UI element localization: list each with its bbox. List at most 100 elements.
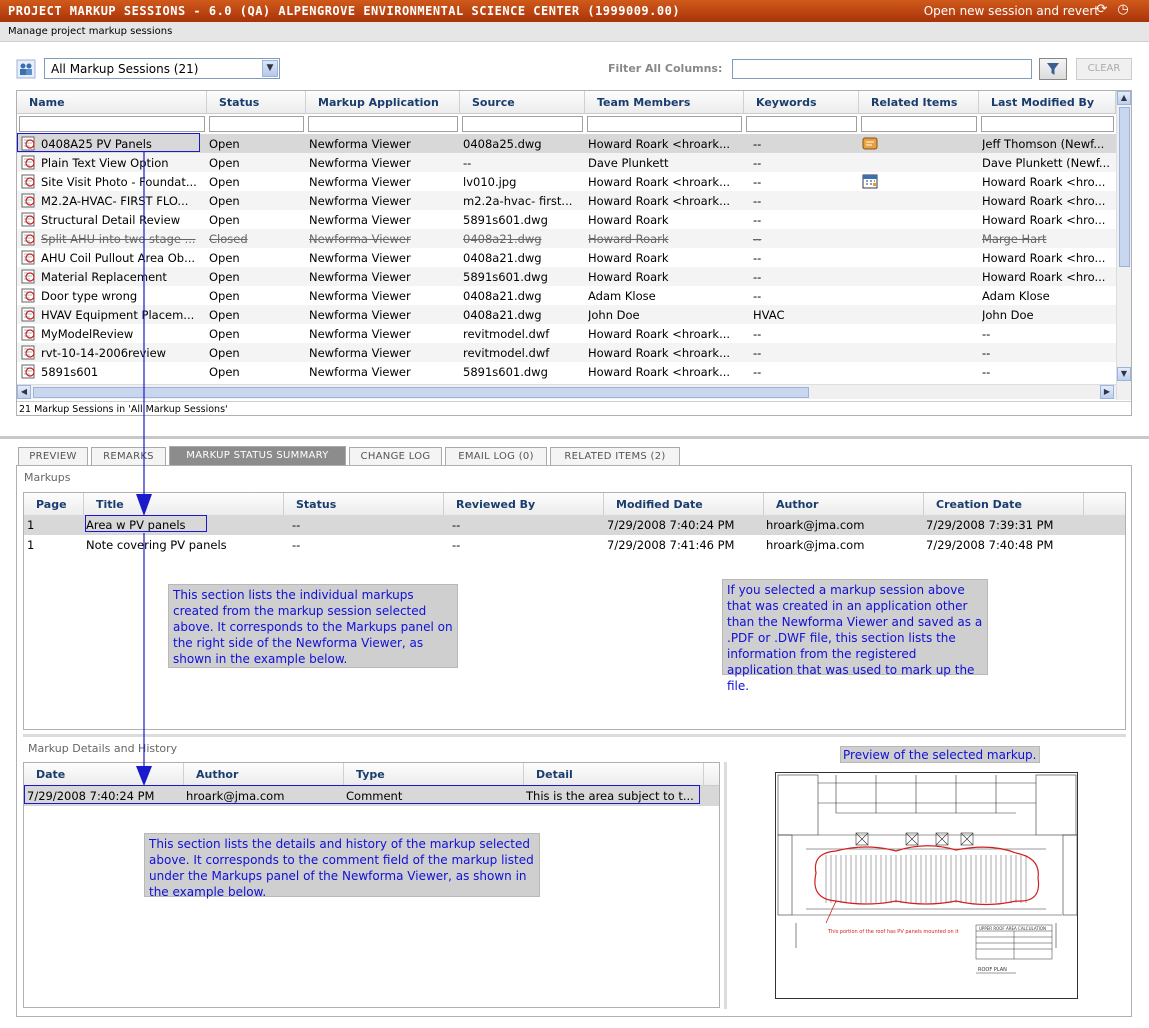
- scroll-thumb[interactable]: [1119, 107, 1130, 267]
- col-name[interactable]: Name: [17, 91, 207, 114]
- cell-modified: 7/29/2008 7:40:24 PM: [607, 518, 735, 532]
- cell-keywords: --: [753, 289, 762, 303]
- session-row[interactable]: M2.2A-HVAC- FIRST FLO... Open Newforma Vie…: [17, 191, 1116, 210]
- cell-name: AHU Coil Pullout Area Ob...: [41, 251, 196, 265]
- preview-splitter[interactable]: [724, 762, 727, 1009]
- col-title[interactable]: Title: [84, 493, 284, 516]
- filter-button[interactable]: [1039, 58, 1067, 80]
- col-last-modified-by[interactable]: Last Modified By: [979, 91, 1116, 114]
- clear-button[interactable]: CLEAR: [1076, 58, 1132, 80]
- pane-splitter[interactable]: [0, 436, 1149, 439]
- col-page[interactable]: Page: [24, 493, 84, 516]
- filter-source-input[interactable]: [462, 116, 583, 132]
- calendar-icon[interactable]: [862, 173, 878, 189]
- col-markup-application[interactable]: Markup Application: [306, 91, 460, 114]
- note-icon[interactable]: [862, 135, 878, 151]
- tab-email-log[interactable]: EMAIL LOG (0): [445, 447, 547, 466]
- filter-application-input[interactable]: [308, 116, 458, 132]
- cell-team: Howard Roark <hroark...: [588, 194, 731, 208]
- filter-related-input[interactable]: [861, 116, 977, 132]
- cell-name: Material Replacement: [41, 270, 167, 284]
- scroll-right-icon[interactable]: ▶: [1100, 385, 1114, 399]
- filter-team-input[interactable]: [587, 116, 742, 132]
- markup-row[interactable]: 1 Note covering PV panels -- -- 7/29/2008 7:…: [24, 535, 1125, 555]
- cell-team: Howard Roark: [588, 270, 669, 284]
- filter-input[interactable]: [732, 59, 1032, 79]
- session-row[interactable]: HVAV Equipment Placem... Open Newforma Vie…: [17, 305, 1116, 324]
- session-row[interactable]: Site Visit Photo - Foundat... Open Newform…: [17, 172, 1116, 191]
- col-type[interactable]: Type: [344, 763, 524, 786]
- cell-name: 5891s601: [41, 365, 99, 379]
- team-icon[interactable]: [16, 59, 36, 79]
- section-splitter[interactable]: [23, 734, 1126, 737]
- session-row[interactable]: Structural Detail Review Open Newforma Vie…: [17, 210, 1116, 229]
- col-detail[interactable]: Detail: [524, 763, 704, 786]
- col-modified-date[interactable]: Modified Date: [604, 493, 764, 516]
- calc-table-title: UPPER ROOF AREA CALCULATION: [979, 926, 1046, 931]
- filter-status-input[interactable]: [209, 116, 304, 132]
- tab-remarks[interactable]: REMARKS: [91, 447, 166, 466]
- filter-modified-input[interactable]: [981, 116, 1114, 132]
- filter-name-input[interactable]: [19, 116, 205, 132]
- cell-name: M2.2A-HVAC- FIRST FLO...: [41, 194, 189, 208]
- cell-status: Open: [209, 365, 240, 379]
- cell-app: Newforma Viewer: [309, 194, 411, 208]
- session-row[interactable]: MyModelReview Open Newforma Viewer revitmod…: [17, 324, 1116, 343]
- col-markup-status[interactable]: Status: [284, 493, 444, 516]
- cell-keywords: --: [753, 270, 762, 284]
- col-team-members[interactable]: Team Members: [585, 91, 744, 114]
- chevron-down-icon[interactable]: ▼: [262, 60, 278, 77]
- horizontal-scrollbar[interactable]: ◀ ▶: [17, 384, 1116, 399]
- open-new-session-link[interactable]: Open new session and revert: [924, 4, 1099, 18]
- col-detail-author[interactable]: Author: [184, 763, 344, 786]
- markup-session-icon: [21, 155, 35, 170]
- session-row[interactable]: Plain Text View Option Open Newforma Viewe…: [17, 153, 1116, 172]
- refresh-icon[interactable]: ⟳: [1095, 3, 1109, 17]
- session-row[interactable]: Door type wrong Open Newforma Viewer 0408a2…: [17, 286, 1116, 305]
- cell-name: Site Visit Photo - Foundat...: [41, 175, 197, 189]
- view-select[interactable]: All Markup Sessions (21) ▼: [44, 58, 280, 79]
- session-row[interactable]: Material Replacement Open Newforma Viewer 5…: [17, 267, 1116, 286]
- scroll-left-icon[interactable]: ◀: [17, 385, 31, 399]
- session-row[interactable]: Split AHU into two stage ... Closed Newfor…: [17, 229, 1116, 248]
- session-row[interactable]: 5891s601 Open Newforma Viewer 5891s601.dwg H…: [17, 362, 1116, 381]
- scroll-up-icon[interactable]: ▲: [1117, 91, 1131, 105]
- col-author[interactable]: Author: [764, 493, 924, 516]
- cell-team: Howard Roark: [588, 213, 669, 227]
- selected-session-outline: [17, 133, 200, 152]
- cell-status: Open: [209, 251, 240, 265]
- cell-team: Howard Roark: [588, 232, 669, 246]
- cell-source: 0408a21.dwg: [463, 251, 542, 265]
- cell-status: Open: [209, 137, 240, 151]
- cell-status: --: [292, 518, 301, 532]
- cell-status: Open: [209, 156, 240, 170]
- window-title: PROJECT MARKUP SESSIONS - 6.0 (QA) ALPEN…: [8, 4, 681, 18]
- scroll-down-icon[interactable]: ▼: [1117, 367, 1131, 381]
- tab-change-log[interactable]: CHANGE LOG: [349, 447, 442, 466]
- session-row[interactable]: AHU Coil Pullout Area Ob... Open Newforma …: [17, 248, 1116, 267]
- vertical-scrollbar[interactable]: ▲ ▼: [1116, 91, 1131, 400]
- cell-keywords: --: [753, 327, 762, 341]
- col-date[interactable]: Date: [24, 763, 184, 786]
- col-status[interactable]: Status: [207, 91, 306, 114]
- tab-related-items[interactable]: RELATED ITEMS (2): [550, 447, 680, 466]
- cell-modified-by: Howard Roark <hro...: [982, 270, 1106, 284]
- tab-markup-status-summary[interactable]: MARKUP STATUS SUMMARY: [169, 446, 346, 466]
- cell-author: hroark@jma.com: [766, 538, 865, 552]
- session-row[interactable]: rvt-10-14-2006review Open Newforma Viewer r…: [17, 343, 1116, 362]
- cell-app: Newforma Viewer: [309, 232, 411, 246]
- filter-keywords-input[interactable]: [746, 116, 857, 132]
- col-reviewed-by[interactable]: Reviewed By: [444, 493, 604, 516]
- col-keywords[interactable]: Keywords: [744, 91, 859, 114]
- markup-session-icon: [21, 288, 35, 303]
- markup-preview[interactable]: This portion of the roof has PV panels m…: [775, 772, 1078, 999]
- history-icon[interactable]: ◷: [1116, 3, 1130, 17]
- col-creation-date[interactable]: Creation Date: [924, 493, 1084, 516]
- col-related-items[interactable]: Related Items: [859, 91, 979, 114]
- cell-created: 7/29/2008 7:39:31 PM: [926, 518, 1054, 532]
- col-source[interactable]: Source: [460, 91, 585, 114]
- sessions-header: Name Status Markup Application Source Te…: [17, 91, 1116, 114]
- cell-team: John Doe: [588, 308, 640, 322]
- hscroll-thumb[interactable]: [33, 387, 809, 398]
- tab-preview[interactable]: PREVIEW: [18, 447, 88, 466]
